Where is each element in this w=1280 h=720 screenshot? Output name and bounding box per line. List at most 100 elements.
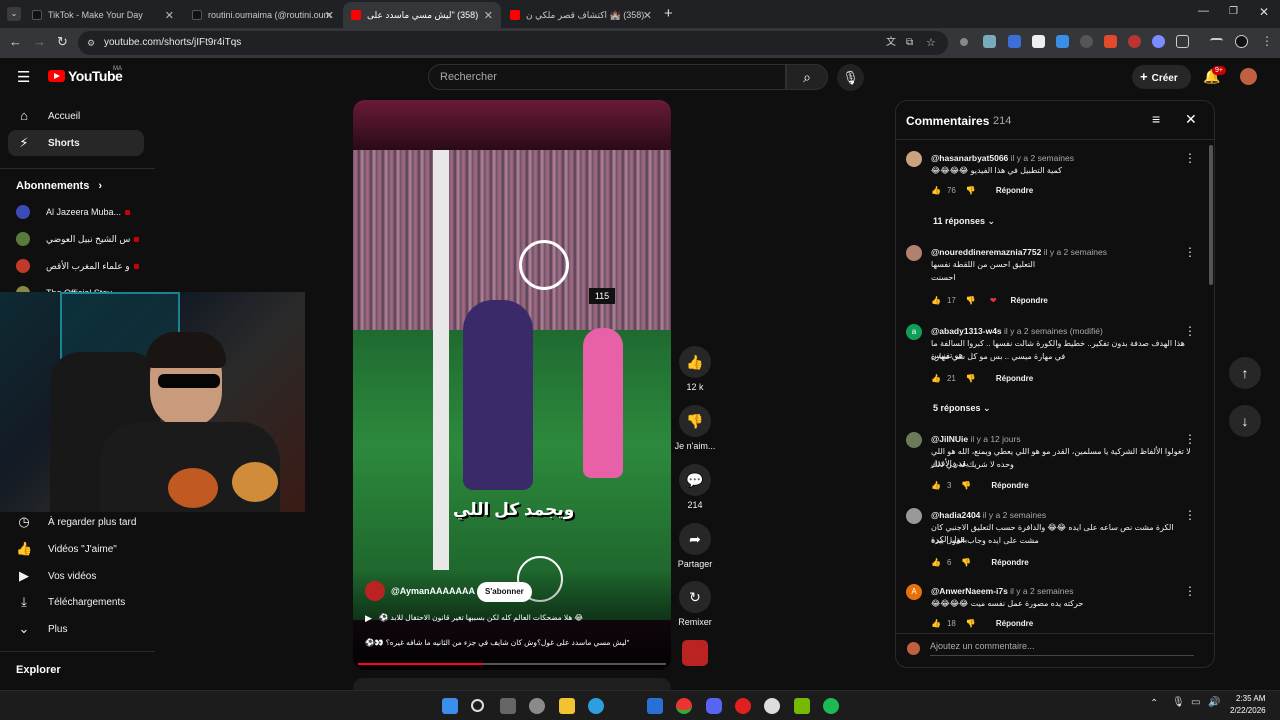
sidebar-item-more[interactable]: ⌄ Plus <box>8 616 144 642</box>
task-view-icon[interactable] <box>500 698 516 714</box>
tray-mic-icon[interactable]: 🎙 <box>1172 697 1185 708</box>
tray-chevron-up-icon[interactable]: ⌃ <box>1150 698 1158 709</box>
thumbs-down-icon[interactable]: 👎 <box>966 296 976 305</box>
close-comments-icon[interactable]: ✕ <box>1185 111 1197 128</box>
close-tab-icon[interactable]: ✕ <box>325 9 334 22</box>
sidebar-item-your-videos[interactable]: ▶ Vos vidéos <box>8 563 144 589</box>
bookmark-star-icon[interactable]: ☆ <box>926 31 936 55</box>
account-avatar[interactable] <box>1240 68 1257 85</box>
tray-volume-icon[interactable]: 🔊 <box>1208 697 1220 708</box>
close-tab-icon[interactable]: ✕ <box>643 9 652 22</box>
opera-icon[interactable] <box>735 698 751 714</box>
minimize-icon[interactable]: — <box>1198 5 1209 17</box>
extension-icon[interactable] <box>1128 35 1141 48</box>
back-icon[interactable]: ← <box>9 34 22 49</box>
reply-button[interactable]: Répondre <box>996 374 1033 383</box>
extension-icon[interactable] <box>1104 35 1117 48</box>
sort-icon[interactable]: ≡ <box>1152 111 1160 127</box>
windows-start-icon[interactable] <box>442 698 458 714</box>
sidebar-item-downloads[interactable]: ⤓ Téléchargements <box>8 589 144 615</box>
taskbar-time[interactable]: 2:35 AM <box>1236 694 1265 703</box>
sidebar-item-shorts[interactable]: ⚡ Shorts <box>8 130 144 156</box>
thumbs-up-icon[interactable]: 👍 <box>931 619 941 628</box>
search-icon[interactable] <box>471 699 484 712</box>
thumbs-up-icon[interactable]: 👍 <box>931 374 941 383</box>
comment-avatar[interactable] <box>906 151 922 167</box>
translate-icon[interactable]: 文 <box>886 31 896 55</box>
thumbs-up-icon[interactable]: 👍 <box>931 481 941 490</box>
browser-tab-tiktok[interactable]: TikTok - Make Your Day ✕ <box>24 2 182 28</box>
remix-button[interactable]: ↻ <box>679 581 711 613</box>
puzzle-extensions-icon[interactable] <box>1176 35 1189 48</box>
thumbs-down-icon[interactable]: 👎 <box>966 374 976 383</box>
thumbs-down-icon[interactable]: 👎 <box>961 481 971 490</box>
close-window-icon[interactable]: ✕ <box>1259 5 1269 19</box>
comment-author[interactable]: @JilNUie il y a 12 jours <box>931 434 1021 444</box>
tab-menu-icon[interactable] <box>1210 38 1223 46</box>
comment-author[interactable]: @hasanarbyat5066 il y a 2 semaines <box>931 153 1074 163</box>
browser-tab-routini[interactable]: routini.oumaima (@routini.oum ✕ <box>184 2 342 28</box>
comment-menu-icon[interactable]: ⋮ <box>1184 151 1196 165</box>
browser-tab-youtube-palace[interactable]: (358) 🏰 اكتشاف قصر ملكي ن ✕ <box>502 2 660 28</box>
sidebar-item-watch-later[interactable]: ◷ À regarder plus tard <box>8 509 144 535</box>
close-tab-icon[interactable]: ✕ <box>484 9 493 22</box>
channel-avatar[interactable] <box>365 581 385 601</box>
extension-icon[interactable] <box>1056 35 1069 48</box>
forward-icon[interactable]: → <box>33 34 46 49</box>
sidebar-item-accueil[interactable]: ⌂ Accueil <box>8 103 144 129</box>
comment-menu-icon[interactable]: ⋮ <box>1184 508 1196 522</box>
spotify-icon[interactable] <box>823 698 839 714</box>
thumbs-down-icon[interactable]: 👎 <box>966 619 976 628</box>
comment-avatar[interactable] <box>906 508 922 524</box>
comment-author[interactable]: @noureddineremaznia7752 il y a 2 semaine… <box>931 247 1107 257</box>
subscription-item[interactable]: و علماء المغرب الأقص <box>16 256 139 276</box>
github-icon[interactable] <box>764 698 780 714</box>
extension-icon[interactable] <box>1152 35 1165 48</box>
browser-menu-icon[interactable]: ⋮ <box>1261 34 1273 48</box>
new-tab-button[interactable]: + <box>664 5 673 22</box>
short-video-player[interactable]: 115 ويجمد كل اللي @AymanAAAAAAA S'abonne… <box>353 100 671 670</box>
thumbs-down-icon[interactable]: 👎 <box>961 558 971 567</box>
create-button[interactable]: + Créer <box>1132 65 1191 89</box>
install-icon[interactable]: ⧉ <box>906 31 913 55</box>
settings-icon[interactable] <box>529 698 545 714</box>
extension-icon[interactable] <box>983 35 996 48</box>
close-tab-icon[interactable]: ✕ <box>165 9 174 22</box>
comment-avatar[interactable] <box>906 432 922 448</box>
subscription-item[interactable]: Al Jazeera Muba... <box>16 202 131 222</box>
subscription-item[interactable]: س الشيخ نبيل العوضي <box>16 229 140 249</box>
comment-author[interactable]: @AnwerNaeem-i7s il y a 2 semaines <box>931 586 1073 596</box>
nvidia-icon[interactable] <box>794 698 810 714</box>
comment-menu-icon[interactable]: ⋮ <box>1184 432 1196 446</box>
comment-menu-icon[interactable]: ⋮ <box>1184 584 1196 598</box>
url-field[interactable]: ⚙ youtube.com/shorts/jIFt9r4iTqs 文 ⧉ ☆ <box>78 31 948 55</box>
view-replies-button[interactable]: 11 réponses ⌄ <box>933 216 995 227</box>
comment-avatar[interactable] <box>906 245 922 261</box>
taskbar-date[interactable]: 2/22/2026 <box>1230 706 1266 715</box>
menu-hamburger-icon[interactable]: ☰ <box>17 68 30 86</box>
thumbs-up-icon[interactable]: 👍 <box>931 296 941 305</box>
extension-icon[interactable] <box>1008 35 1021 48</box>
share-button[interactable]: ➦ <box>679 523 711 555</box>
profile-avatar[interactable] <box>1235 35 1248 48</box>
tray-display-icon[interactable]: ▭ <box>1191 697 1200 708</box>
file-explorer-icon[interactable] <box>559 698 575 714</box>
next-short-button[interactable]: ↓ <box>1229 405 1261 437</box>
restore-icon[interactable]: ❐ <box>1229 6 1238 17</box>
comment-menu-icon[interactable]: ⋮ <box>1184 324 1196 338</box>
thumbs-up-icon[interactable]: 👍 <box>931 186 941 195</box>
comment-menu-icon[interactable]: ⋮ <box>1184 245 1196 259</box>
reply-button[interactable]: Répondre <box>991 481 1028 490</box>
reply-button[interactable]: Répondre <box>1011 296 1048 305</box>
comments-scrollbar[interactable] <box>1209 145 1213 285</box>
reply-button[interactable]: Répondre <box>991 558 1028 567</box>
youtube-logo-icon[interactable] <box>48 70 65 82</box>
edge-icon[interactable] <box>588 698 604 714</box>
reply-button[interactable]: Répondre <box>996 619 1033 628</box>
search-button[interactable]: ⌕ <box>786 64 828 90</box>
comment-avatar[interactable]: A <box>906 584 922 600</box>
sound-thumbnail[interactable] <box>682 640 708 666</box>
play-icon[interactable]: ▶ <box>365 613 372 624</box>
reload-icon[interactable]: ↻ <box>57 34 68 50</box>
mail-icon[interactable] <box>647 698 663 714</box>
